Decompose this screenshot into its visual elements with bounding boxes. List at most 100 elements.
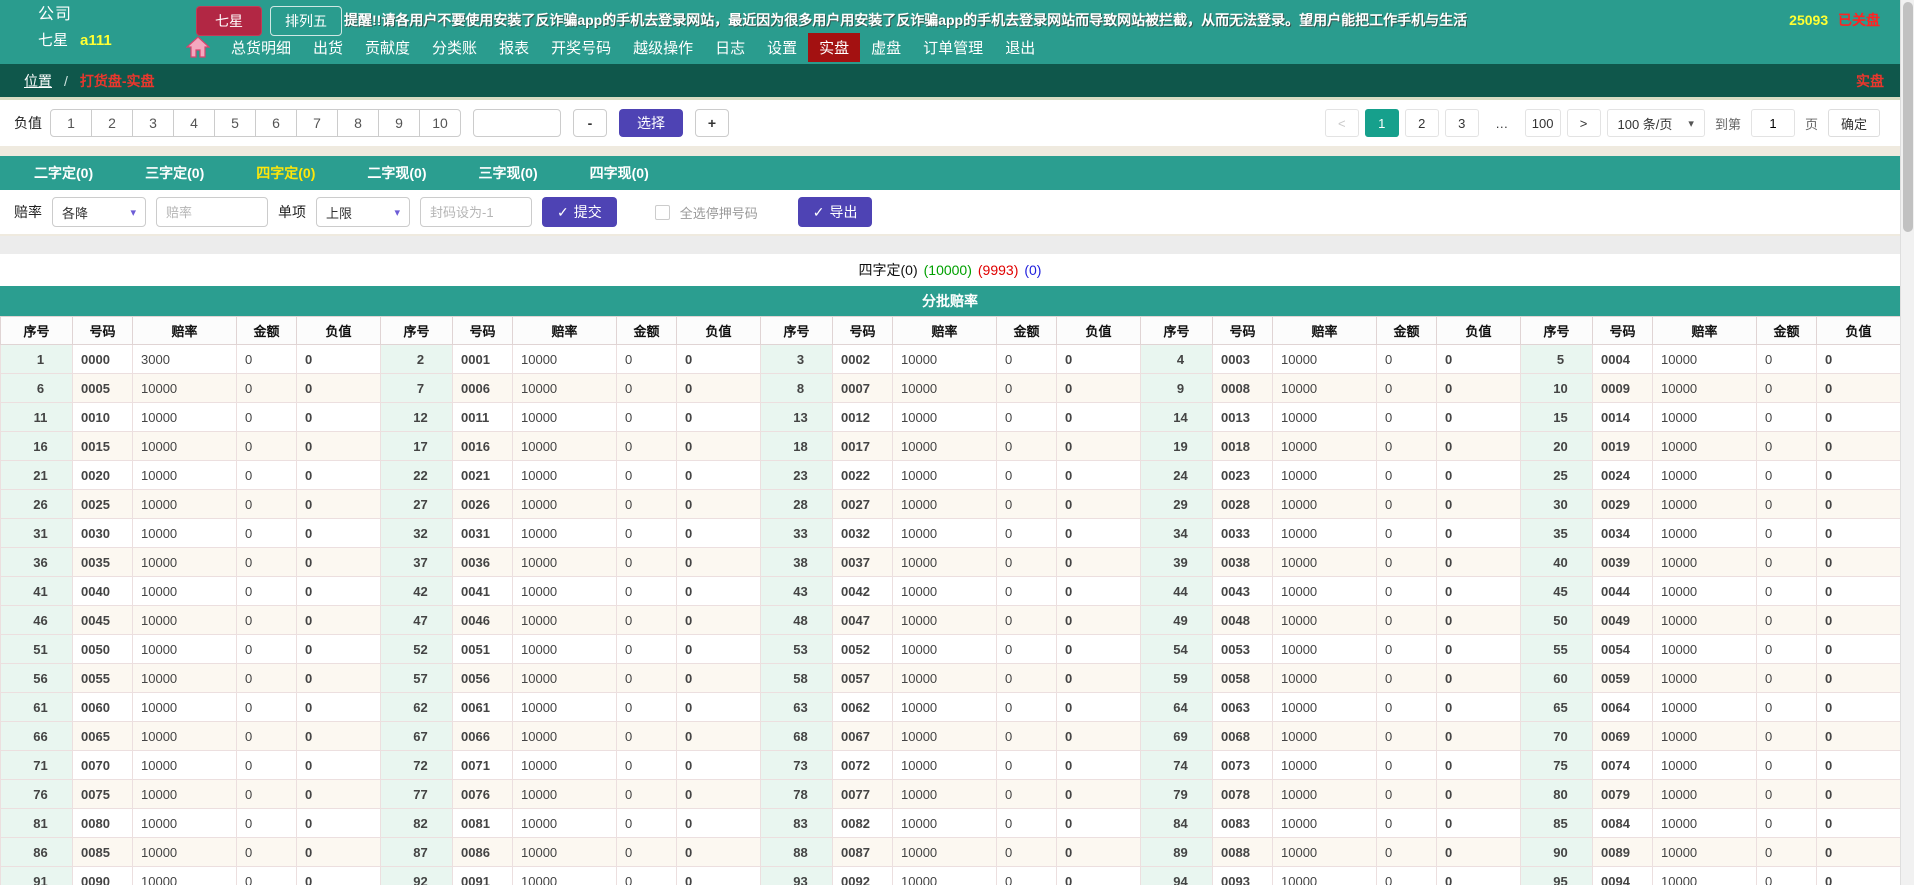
odds-cell: 10000: [892, 779, 997, 809]
negative-value-label: 负值: [14, 115, 42, 131]
nav-item[interactable]: 日志: [704, 33, 756, 62]
odds-input[interactable]: [156, 197, 268, 227]
home-icon[interactable]: [186, 35, 212, 59]
odds-cell: 10000: [892, 431, 997, 461]
tab[interactable]: 四字现(0): [564, 163, 675, 183]
plus-button[interactable]: +: [695, 109, 729, 137]
pailiewu-button[interactable]: 排列五: [270, 6, 342, 36]
quick-number-button[interactable]: 3: [132, 109, 174, 137]
negative-cell: 0: [1816, 431, 1901, 461]
rates-table: 序号 号码 赔率 金额 负值 序号 号码 赔率 金额 负值 序号 号码 赔率 金额 负值 序号 号码 赔率 金额 负值…: [0, 316, 1901, 885]
confirm-button[interactable]: 确定: [1827, 109, 1880, 137]
tab[interactable]: 二字定(0): [8, 163, 119, 183]
page-button[interactable]: 3: [1444, 109, 1479, 137]
summary-mid: (9993): [977, 262, 1019, 278]
quick-number-button[interactable]: 5: [214, 109, 256, 137]
page-button[interactable]: 100: [1524, 109, 1561, 137]
select-all-checkbox[interactable]: [654, 204, 670, 220]
serial-cell: 90: [1520, 837, 1593, 867]
tab[interactable]: 四字定(0): [230, 163, 341, 183]
quick-number-button[interactable]: 1: [50, 109, 92, 137]
nav-item[interactable]: 开奖号码: [540, 33, 622, 62]
quick-number-button[interactable]: 9: [378, 109, 420, 137]
serial-cell: 73: [760, 750, 833, 780]
column-header: 号码: [1592, 316, 1653, 345]
amount-cell: 0: [1756, 547, 1817, 577]
odds-cell: 10000: [1652, 605, 1757, 635]
negative-cell: 0: [1436, 547, 1521, 577]
batch-odds-band: 分批赔率: [0, 286, 1900, 316]
code-cell: 0010: [72, 402, 133, 432]
page-size-select[interactable]: 100 条/页 ▾: [1606, 109, 1705, 137]
odds-cell: 10000: [1272, 605, 1377, 635]
odds-mode-select[interactable]: 各降 ▾: [52, 197, 146, 227]
nav-item[interactable]: 退出: [994, 33, 1046, 62]
quick-number-button[interactable]: 10: [419, 109, 461, 137]
odds-cell: 10000: [512, 547, 617, 577]
submit-button[interactable]: ✓ 提交: [542, 197, 617, 227]
negative-value-input[interactable]: [473, 109, 561, 137]
code-cell: 0056: [452, 663, 513, 693]
nav-item[interactable]: 虚盘: [860, 33, 912, 62]
select-button[interactable]: 选择: [619, 109, 683, 137]
amount-cell: 0: [616, 808, 677, 838]
nav-item[interactable]: 出货: [302, 33, 354, 62]
quick-number-button[interactable]: 8: [337, 109, 379, 137]
page-button[interactable]: 1: [1364, 109, 1399, 137]
nav-item[interactable]: 贡献度: [354, 33, 421, 62]
nav-item[interactable]: 实盘: [808, 32, 861, 62]
quick-number-button[interactable]: 6: [255, 109, 297, 137]
code-cell: 0022: [832, 460, 893, 490]
tab[interactable]: 二字现(0): [341, 163, 452, 183]
nav-item[interactable]: 报表: [488, 33, 540, 62]
scrollbar[interactable]: [1900, 0, 1914, 885]
negative-cell: 0: [1436, 402, 1521, 432]
tab[interactable]: 三字现(0): [453, 163, 564, 183]
negative-cell: 0: [1436, 837, 1521, 867]
negative-cell: 0: [1816, 808, 1901, 838]
code-cell: 0080: [72, 808, 133, 838]
scrollbar-thumb[interactable]: [1903, 2, 1913, 232]
quick-number-button[interactable]: 4: [173, 109, 215, 137]
quick-number-button[interactable]: 2: [91, 109, 133, 137]
nav-item[interactable]: 订单管理: [912, 33, 994, 62]
minus-button[interactable]: -: [573, 109, 607, 137]
serial-cell: 17: [380, 431, 453, 461]
nav-item[interactable]: 总货明细: [220, 33, 302, 62]
odds-cell: 10000: [892, 692, 997, 722]
amount-cell: 0: [236, 547, 297, 577]
amount-cell: 0: [616, 489, 677, 519]
goto-page-input[interactable]: [1750, 109, 1795, 137]
single-item-label: 单项: [278, 204, 306, 220]
code-cell: 0034: [1592, 518, 1653, 548]
nav-item[interactable]: 分类账: [421, 33, 488, 62]
tab[interactable]: 三字定(0): [119, 163, 230, 183]
negative-cell: 0: [1816, 489, 1901, 519]
breadcrumb-location-link[interactable]: 位置: [24, 71, 52, 91]
export-button[interactable]: ✓ 导出: [797, 197, 873, 227]
amount-cell: 0: [1376, 808, 1437, 838]
serial-cell: 70: [1520, 721, 1593, 751]
single-mode-value: 上限: [326, 205, 353, 221]
code-cell: 0050: [72, 634, 133, 664]
quick-number-button[interactable]: 7: [296, 109, 338, 137]
negative-cell: 0: [1436, 373, 1521, 403]
select-all-label: 全选停押号码: [679, 205, 758, 221]
nav-item[interactable]: 设置: [756, 33, 808, 62]
breadcrumb-separator: /: [64, 72, 68, 89]
amount-cell: 0: [1756, 518, 1817, 548]
nav-item[interactable]: 越级操作: [622, 33, 704, 62]
page-button[interactable]: 2: [1404, 109, 1439, 137]
code-cell: 0066: [452, 721, 513, 751]
code-cell: 0051: [452, 634, 513, 664]
table-row: 91 0090 10000 0 0 92 0091 10000 0 0 93 0092 10000 0 0 9…: [0, 866, 1901, 885]
odds-cell: 10000: [892, 344, 997, 374]
limit-input[interactable]: [420, 197, 532, 227]
odds-cell: 10000: [892, 605, 997, 635]
prev-page-button[interactable]: <: [1324, 109, 1359, 137]
negative-cell: 0: [296, 808, 381, 838]
qixing-button[interactable]: 七星: [196, 6, 262, 36]
single-mode-select[interactable]: 上限 ▾: [316, 197, 410, 227]
next-page-button[interactable]: >: [1566, 109, 1601, 137]
negative-cell: 0: [676, 431, 761, 461]
